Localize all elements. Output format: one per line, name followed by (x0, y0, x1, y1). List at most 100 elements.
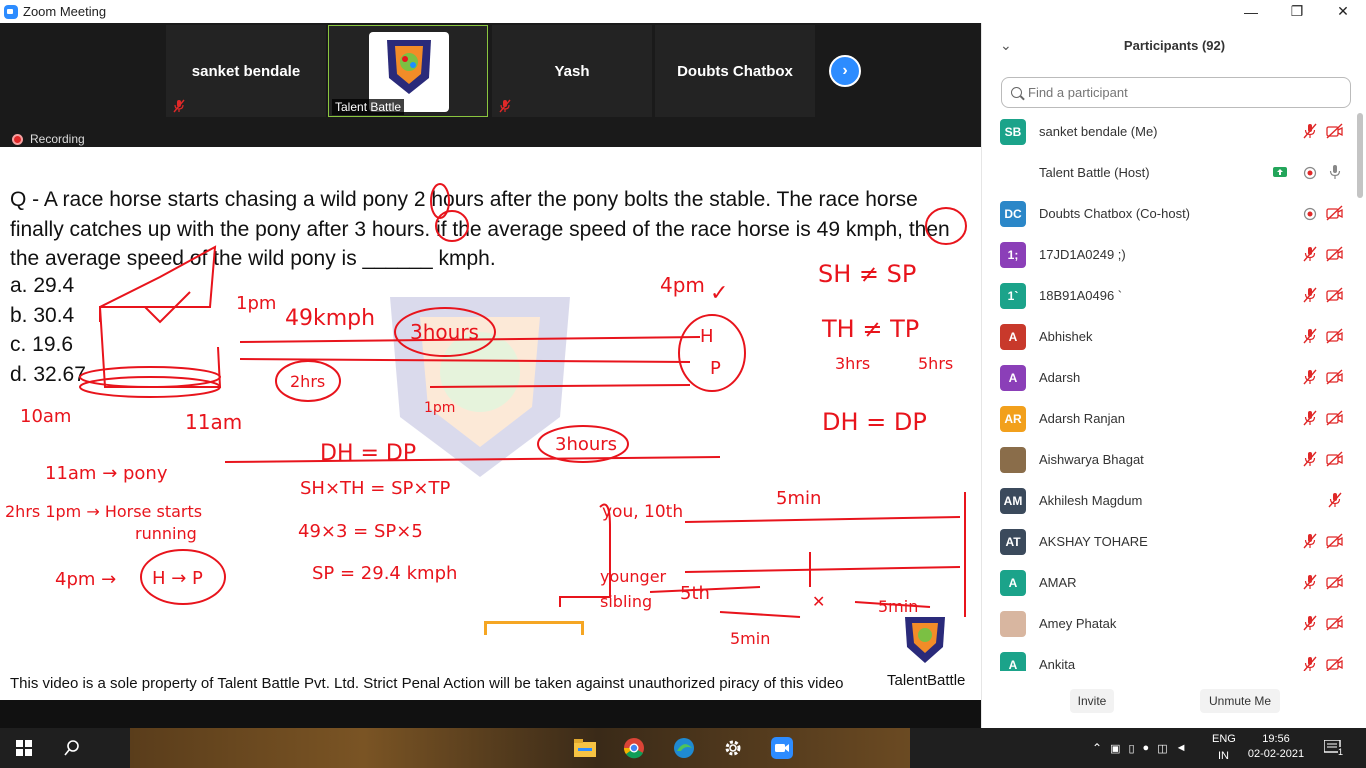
participant-name: 18B91A0496 ` (1039, 288, 1123, 303)
avatar: A (1000, 570, 1026, 596)
annot-dh-eq-dp: DH = DP (822, 408, 927, 436)
network-icon[interactable]: ◫ (1157, 742, 1167, 755)
clock-date: 02-02-2021 (1247, 748, 1305, 760)
avatar (1000, 611, 1026, 637)
unmute-me-button[interactable]: Unmute Me (1200, 689, 1280, 713)
participant-name: Abhishek (1039, 329, 1093, 344)
annot-5min-c: 5min (878, 597, 918, 616)
video-off-icon[interactable] (1326, 533, 1343, 549)
video-off-icon[interactable] (1326, 656, 1343, 671)
zoom-taskbar-icon[interactable] (769, 736, 795, 760)
clock[interactable]: 19:56 02-02-2021 (1246, 728, 1306, 768)
video-off-icon[interactable] (1326, 574, 1343, 590)
participant-row[interactable]: AM Akhilesh Magdum (982, 480, 1354, 521)
clock-time: 19:56 (1262, 733, 1290, 745)
participant-row[interactable]: 1` 18B91A0496 ` (982, 275, 1354, 316)
participant-row[interactable]: Talent Battle (Host) (982, 152, 1354, 193)
muted-mic-icon[interactable] (1302, 656, 1318, 671)
video-off-icon[interactable] (1326, 328, 1343, 344)
file-explorer-icon[interactable] (573, 736, 597, 760)
participant-list-scrollbar[interactable] (1357, 113, 1363, 198)
muted-mic-icon (173, 99, 185, 113)
muted-mic-icon[interactable] (1302, 533, 1318, 549)
muted-mic-icon[interactable] (1302, 369, 1318, 385)
participant-row[interactable]: Aishwarya Bhagat (982, 439, 1354, 480)
video-tile-doubts-chatbox[interactable]: Doubts Chatbox (655, 25, 815, 117)
avatar: 1; (1000, 242, 1026, 268)
participants-title: Participants (92) (1123, 38, 1226, 53)
participant-row[interactable]: Amey Phatak (982, 603, 1354, 644)
annot-3hours-a: 3hours (410, 320, 479, 344)
annot-eq-3: SP = 29.4 kmph (312, 563, 457, 584)
edge-icon[interactable] (672, 736, 696, 760)
language-indicator[interactable]: ENG IN (1212, 728, 1238, 768)
screen-share-icon (1272, 164, 1288, 180)
participant-row[interactable]: AR Adarsh Ranjan (982, 398, 1354, 439)
microphone-icon[interactable] (1327, 164, 1343, 180)
close-button[interactable]: ✕ (1320, 0, 1366, 23)
annotation-layer: 1pm 49kmph 3hours 4pm ✓ 2hrs 10am 11am 1… (5, 183, 967, 648)
annot-eq-2: 49×3 = SP×5 (298, 521, 423, 542)
participant-search[interactable] (1001, 77, 1351, 108)
video-tile-sanket[interactable]: sanket bendale (166, 25, 326, 117)
participant-name: Adarsh Ranjan (1039, 411, 1125, 426)
video-off-icon[interactable] (1326, 205, 1343, 221)
video-off-icon[interactable] (1326, 451, 1343, 467)
participant-row[interactable]: A Ankita (982, 644, 1354, 671)
next-page-button[interactable]: › (829, 55, 861, 87)
video-off-icon[interactable] (1326, 410, 1343, 426)
muted-mic-icon[interactable] (1302, 246, 1318, 262)
zoom-window: Zoom Meeting — ❐ ✕ sanket bendale Talent… (0, 0, 1366, 768)
minimize-button[interactable]: — (1228, 0, 1274, 23)
invite-button[interactable]: Invite (1070, 689, 1114, 713)
participant-row[interactable]: A Adarsh (982, 357, 1354, 398)
participant-row[interactable]: DC Doubts Chatbox (Co-host) (982, 193, 1354, 234)
settings-gear-icon[interactable] (721, 736, 745, 760)
overlay-box (484, 621, 584, 635)
maximize-button[interactable]: ❐ (1274, 0, 1320, 23)
panel-header: ⌄ Participants (92) (982, 35, 1366, 57)
video-off-icon[interactable] (1326, 287, 1343, 303)
muted-mic-icon[interactable] (1302, 451, 1318, 467)
participant-row[interactable]: A Abhishek (982, 316, 1354, 357)
avatar: DC (1000, 201, 1026, 227)
participant-row[interactable]: 1; 17JD1A0249 ;) (982, 234, 1354, 275)
muted-mic-icon[interactable] (1302, 574, 1318, 590)
muted-mic-icon[interactable] (1302, 615, 1318, 631)
microphone-icon[interactable]: ● (1143, 742, 1150, 754)
video-off-icon[interactable] (1326, 123, 1343, 139)
participant-row[interactable]: AT AKSHAY TOHARE (982, 521, 1354, 562)
search-icon[interactable] (60, 736, 84, 760)
tray-chevron-icon[interactable]: ⌃ (1092, 741, 1102, 755)
tile-name: Yash (554, 63, 590, 80)
video-off-icon[interactable] (1326, 369, 1343, 385)
video-off-icon[interactable] (1326, 246, 1343, 262)
volume-icon[interactable]: ◄ (1176, 742, 1187, 754)
meeting-controls-band (0, 700, 981, 728)
webcam-icon[interactable]: ▣ (1110, 742, 1120, 755)
muted-mic-icon[interactable] (1302, 328, 1318, 344)
participant-name: AKSHAY TOHARE (1039, 534, 1148, 549)
muted-mic-icon[interactable] (1302, 287, 1318, 303)
annot-5hrs: 5hrs (918, 354, 953, 373)
video-off-icon[interactable] (1326, 615, 1343, 631)
avatar: A (1000, 652, 1026, 671)
battery-icon[interactable]: ▯ (1128, 742, 1134, 755)
muted-mic-icon[interactable] (1302, 410, 1318, 426)
muted-mic-icon[interactable] (1327, 492, 1343, 508)
participant-row[interactable]: A AMAR (982, 562, 1354, 603)
participant-search-input[interactable] (1028, 85, 1338, 100)
participant-row[interactable]: SB sanket bendale (Me) (982, 111, 1354, 152)
notification-count: 1 (1338, 747, 1344, 757)
chrome-icon[interactable] (622, 736, 646, 760)
video-tile-yash[interactable]: Yash (492, 25, 652, 117)
video-tile-talent-battle[interactable]: Talent Battle (328, 25, 488, 117)
brand-text: TalentBattle (887, 672, 966, 689)
annot-5min-a: 5min (776, 488, 821, 509)
notification-center-icon[interactable]: 1 (1322, 728, 1352, 768)
title-bar: Zoom Meeting — ❐ ✕ (0, 0, 1366, 23)
annot-P: P (710, 358, 721, 379)
windows-start-icon[interactable] (12, 736, 36, 760)
muted-mic-icon[interactable] (1302, 123, 1318, 139)
panel-footer: Invite Unmute Me (982, 689, 1366, 713)
